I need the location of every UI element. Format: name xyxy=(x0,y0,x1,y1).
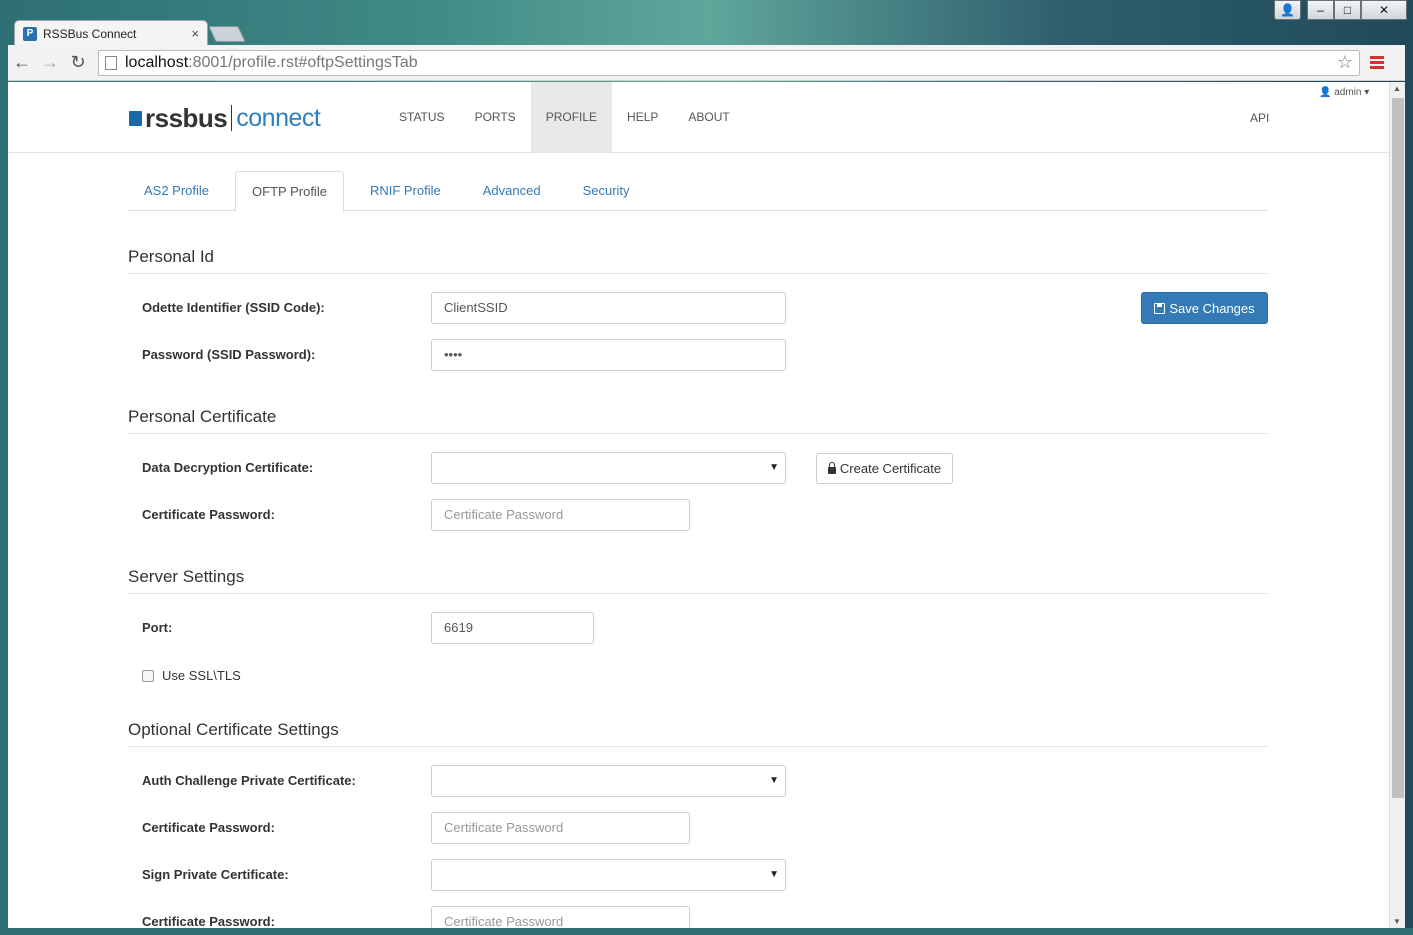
browser-tab[interactable]: P RSSBus Connect × xyxy=(14,20,208,46)
tab-title: RSSBus Connect xyxy=(43,26,137,41)
scroll-down-icon[interactable]: ▼ xyxy=(1393,917,1401,926)
url-host: localhost xyxy=(125,53,189,71)
lock-icon xyxy=(827,462,836,474)
tab-security[interactable]: Security xyxy=(567,171,646,210)
caret-down-icon: ▼ xyxy=(769,869,779,880)
ssl-checkbox[interactable] xyxy=(142,669,154,682)
cert-password-label: Certificate Password: xyxy=(142,507,275,522)
tab-rnif-profile[interactable]: RNIF Profile xyxy=(354,171,457,210)
section-personal-certificate: Personal Certificate xyxy=(128,407,1268,434)
address-bar[interactable]: localhost :8001/profile.rst#oftpSettings… xyxy=(98,49,1360,76)
forward-icon[interactable]: → xyxy=(36,52,64,73)
tab-as2-profile[interactable]: AS2 Profile xyxy=(128,171,225,210)
sign-cert-password-label: Certificate Password: xyxy=(142,914,275,928)
ssl-label: Use SSL\TLS xyxy=(162,668,241,683)
sign-cert-password-input[interactable]: Certificate Password xyxy=(431,906,690,928)
port-label: Port: xyxy=(142,620,173,635)
rssbus-favicon-icon: P xyxy=(23,26,37,41)
app-header: rssbus connect STATUS PORTS PROFILE HELP… xyxy=(8,82,1389,153)
rssbus-logo[interactable]: rssbus connect xyxy=(129,102,321,133)
nav-help[interactable]: HELP xyxy=(612,82,673,153)
cert-password-input[interactable]: Certificate Password xyxy=(431,499,690,531)
close-window-button[interactable]: ✕ xyxy=(1361,0,1407,20)
window-controls: 👤 – □ ✕ xyxy=(1274,0,1407,20)
nav-api[interactable]: API xyxy=(1250,111,1269,125)
browser-toolbar: ← → ↻ localhost :8001/profile.rst#oftpSe… xyxy=(8,45,1405,81)
maximize-button[interactable]: □ xyxy=(1334,0,1361,20)
sign-cert-label: Sign Private Certificate: xyxy=(142,867,289,882)
new-tab-button[interactable] xyxy=(208,26,246,42)
save-changes-button[interactable]: Save Changes xyxy=(1141,292,1268,324)
section-optional-certificate: Optional Certificate Settings xyxy=(128,720,1268,747)
vertical-scrollbar[interactable]: ▲ ▼ xyxy=(1389,82,1405,928)
minimize-button[interactable]: – xyxy=(1307,0,1334,20)
reload-icon[interactable]: ↻ xyxy=(64,52,92,73)
browser-tabstrip: P RSSBus Connect × 👤 – □ ✕ xyxy=(0,0,1413,46)
ssid-password-label: Password (SSID Password): xyxy=(142,347,316,362)
port-input[interactable]: 6619 xyxy=(431,612,594,644)
caret-down-icon: ▼ xyxy=(769,462,779,473)
logo-connect: connect xyxy=(236,103,321,132)
back-icon[interactable]: ← xyxy=(8,52,36,73)
window-bottom-edge xyxy=(0,928,1413,935)
browser-menu-icon[interactable] xyxy=(1370,56,1384,69)
logo-divider xyxy=(231,105,233,131)
user-profile-icon[interactable]: 👤 xyxy=(1274,0,1301,20)
ssl-checkbox-row[interactable]: Use SSL\TLS xyxy=(142,668,241,683)
main-nav: STATUS PORTS PROFILE HELP ABOUT xyxy=(384,82,745,153)
scrollbar-thumb[interactable] xyxy=(1392,98,1404,798)
create-certificate-button[interactable]: Create Certificate xyxy=(816,453,953,484)
scroll-up-icon[interactable]: ▲ xyxy=(1393,84,1401,93)
bookmark-star-icon[interactable]: ☆ xyxy=(1337,52,1353,73)
auth-cert-label: Auth Challenge Private Certificate: xyxy=(142,773,356,788)
sign-cert-select[interactable]: ▼ xyxy=(431,859,786,891)
logo-word: rssbus xyxy=(145,102,228,133)
section-personal-id: Personal Id xyxy=(128,247,1268,274)
nav-status[interactable]: STATUS xyxy=(384,82,460,153)
decryption-cert-label: Data Decryption Certificate: xyxy=(142,460,314,475)
nav-about[interactable]: ABOUT xyxy=(673,82,744,153)
tab-advanced[interactable]: Advanced xyxy=(467,171,557,210)
logo-mark-icon xyxy=(129,110,142,126)
ssid-password-input[interactable]: •••• xyxy=(431,339,786,371)
create-certificate-label: Create Certificate xyxy=(839,461,942,476)
section-server-settings: Server Settings xyxy=(128,567,1268,594)
ssid-label: Odette Identifier (SSID Code): xyxy=(142,300,325,315)
tab-oftp-profile[interactable]: OFTP Profile xyxy=(235,171,344,212)
profile-tabs: AS2 Profile OFTP Profile RNIF Profile Ad… xyxy=(128,171,1268,212)
url-path: :8001/profile.rst#oftpSettingsTab xyxy=(188,53,418,71)
save-changes-label: Save Changes xyxy=(1169,300,1255,316)
nav-ports[interactable]: PORTS xyxy=(460,82,531,153)
auth-cert-password-input[interactable]: Certificate Password xyxy=(431,812,690,844)
decryption-cert-select[interactable]: ▼ xyxy=(431,452,786,484)
floppy-disk-icon xyxy=(1154,302,1166,314)
auth-cert-password-label: Certificate Password: xyxy=(142,820,275,835)
page-viewport: rssbus connect STATUS PORTS PROFILE HELP… xyxy=(8,82,1389,928)
caret-down-icon: ▼ xyxy=(769,775,779,786)
nav-profile[interactable]: PROFILE xyxy=(530,82,613,153)
ssid-input[interactable]: ClientSSID xyxy=(431,292,786,324)
page-icon xyxy=(105,55,117,70)
tab-close-icon[interactable]: × xyxy=(191,26,199,41)
admin-user-menu[interactable]: 👤 admin ▾ xyxy=(1319,87,1369,98)
auth-cert-select[interactable]: ▼ xyxy=(431,765,786,797)
